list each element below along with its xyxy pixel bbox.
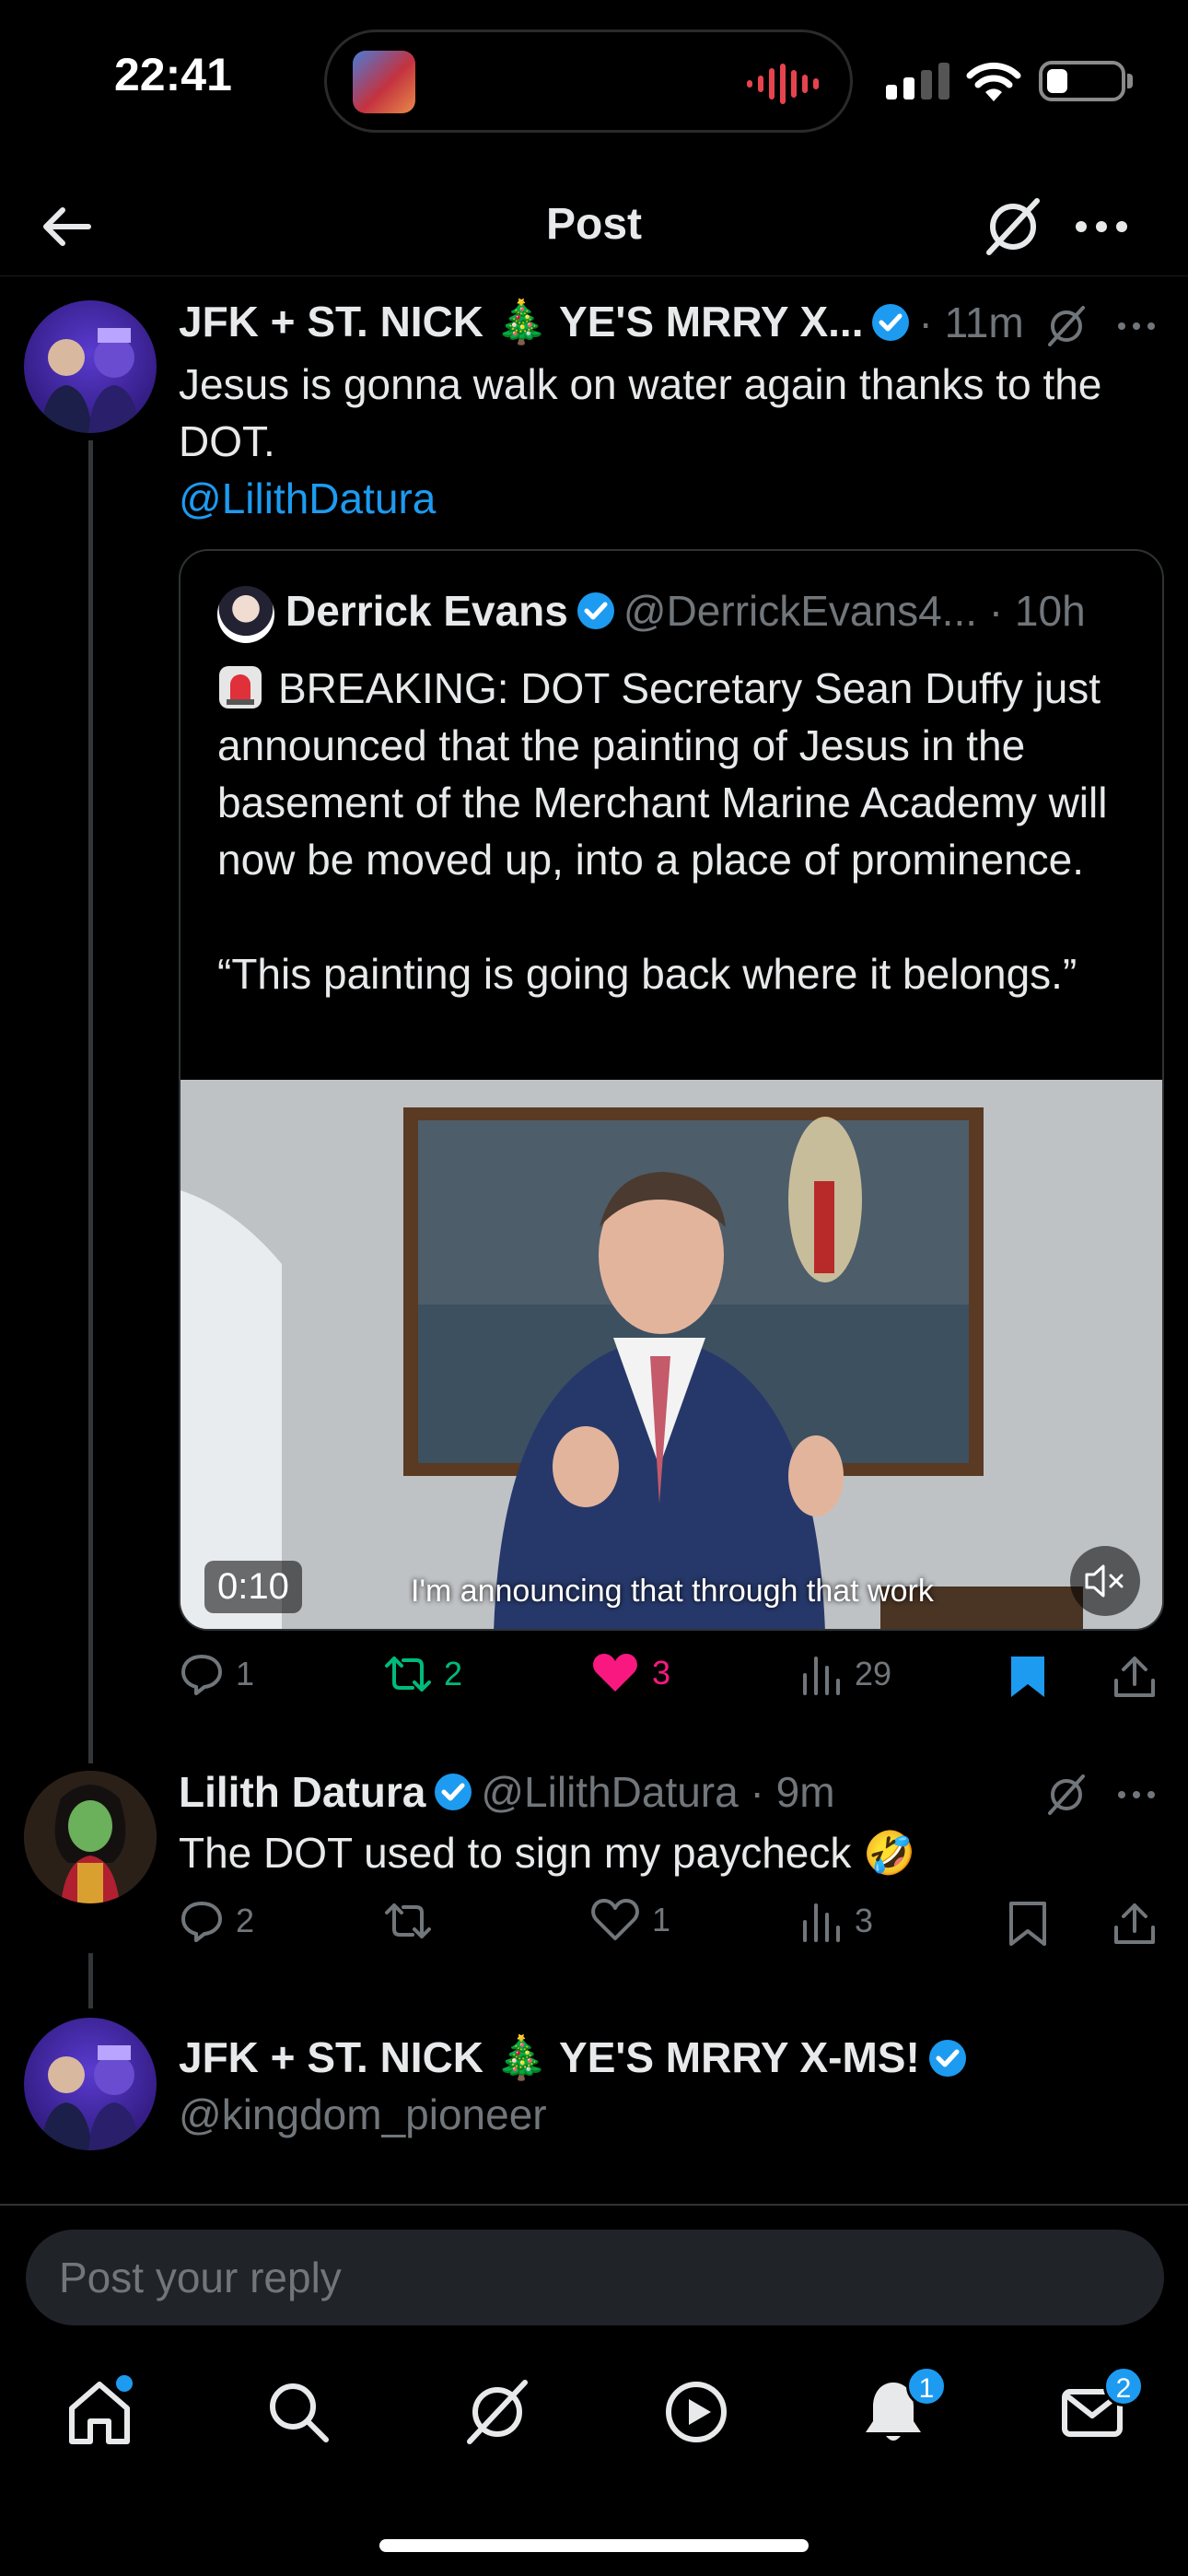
video-caption: I'm announcing that through that work xyxy=(411,1574,934,1609)
mute-button[interactable] xyxy=(1070,1546,1140,1616)
handle: @kingdom_pioneer xyxy=(179,2090,547,2138)
views-action[interactable]: 3 xyxy=(799,1898,873,1944)
more-options-icon[interactable] xyxy=(1112,1771,1160,1819)
grok-icon[interactable] xyxy=(1042,1771,1090,1819)
bottom-tab-bar: 1 2 xyxy=(0,2348,1188,2476)
avatar-art xyxy=(24,1771,157,1903)
cellular-signal-icon xyxy=(886,63,949,100)
display-name[interactable]: JFK + ST. NICK 🎄 YE'S MRRY X... xyxy=(179,297,863,347)
share-icon[interactable] xyxy=(1111,1653,1159,1701)
display-name[interactable]: Lilith Datura xyxy=(179,1767,425,1817)
tweet-text: Jesus is gonna walk on water again thank… xyxy=(179,360,1102,522)
heart-filled-icon xyxy=(593,1654,637,1692)
heart-icon xyxy=(591,1899,639,1940)
quoted-post[interactable]: Derrick Evans @DerrickEvans4... · 10h BR… xyxy=(179,549,1164,1631)
handle: @DerrickEvans4... xyxy=(623,587,978,635)
tweet-time[interactable]: 11m xyxy=(945,298,1024,347)
handle[interactable]: @LilithDatura xyxy=(481,1767,738,1817)
avatar-art xyxy=(41,2045,140,2150)
avatar-art xyxy=(41,328,140,433)
post-header: Post xyxy=(0,175,1188,276)
siren-emoji-icon xyxy=(219,666,262,708)
reply-icon xyxy=(181,1902,222,1942)
quote-line: “This painting is going back where it be… xyxy=(217,950,1077,998)
reply-icon xyxy=(181,1655,222,1695)
reply-action[interactable]: 2 xyxy=(179,1898,254,1944)
share-icon[interactable] xyxy=(1111,1900,1159,1948)
divider xyxy=(0,2204,1188,2206)
video-duration: 0:10 xyxy=(204,1561,302,1613)
home-indicator xyxy=(379,2539,809,2552)
bookmark-filled-icon[interactable] xyxy=(1004,1653,1052,1701)
mention-link[interactable]: @LilithDatura xyxy=(179,474,436,522)
analytics-icon xyxy=(803,1657,840,1695)
home-unread-dot xyxy=(116,2375,133,2392)
now-playing-artwork xyxy=(353,51,415,113)
analytics-icon xyxy=(803,1903,840,1942)
tweet-header: JFK + ST. NICK 🎄 YE'S MRRY X... · 11m xyxy=(179,297,1024,347)
notifications-badge: 1 xyxy=(906,2366,947,2406)
display-name: Derrick Evans xyxy=(285,587,568,635)
avatar[interactable] xyxy=(24,300,157,433)
audio-waveform-icon xyxy=(747,64,819,104)
bookmark-icon[interactable] xyxy=(1004,1900,1052,1948)
tweet-time: 10h xyxy=(1014,587,1086,635)
quoted-text: BREAKING: DOT Secretary Sean Duffy just … xyxy=(217,664,1108,998)
avatar[interactable] xyxy=(24,2018,157,2150)
tweet-time[interactable]: 9m xyxy=(776,1767,835,1817)
display-name: JFK + ST. NICK 🎄 YE'S MRRY X-MS! xyxy=(179,2033,920,2081)
video-play-icon[interactable] xyxy=(659,2375,733,2449)
status-time: 22:41 xyxy=(114,49,232,100)
verified-badge-icon xyxy=(577,592,614,629)
thread-line xyxy=(88,1953,93,2008)
repost-icon xyxy=(385,1657,431,1692)
thread-line xyxy=(88,440,93,1763)
status-bar: 22:41 xyxy=(0,0,1188,157)
more-options-icon[interactable] xyxy=(1112,302,1160,350)
messages-badge: 2 xyxy=(1103,2366,1144,2406)
battery-icon xyxy=(1039,61,1125,101)
verified-badge-icon xyxy=(928,2039,966,2077)
composer-header: JFK + ST. NICK 🎄 YE'S MRRY X-MS! xyxy=(179,2032,975,2083)
grok-icon[interactable] xyxy=(980,193,1046,260)
views-action[interactable]: 29 xyxy=(799,1651,891,1697)
repost-action[interactable] xyxy=(383,1898,433,1944)
search-icon[interactable] xyxy=(262,2375,335,2449)
video-frame xyxy=(181,1080,1162,1629)
reply-action[interactable]: 1 xyxy=(179,1651,254,1697)
grok-icon[interactable] xyxy=(460,2375,534,2449)
like-action[interactable]: 1 xyxy=(591,1898,670,1942)
tweet-header: Lilith Datura @LilithDatura · 9m xyxy=(179,1767,835,1817)
tweet-text: The DOT used to sign my paycheck 🤣 xyxy=(179,1829,916,1877)
quoted-header: Derrick Evans @DerrickEvans4... · 10h xyxy=(285,587,1086,635)
verified-badge-icon xyxy=(872,303,910,341)
avatar[interactable] xyxy=(24,1771,157,1903)
dynamic-island[interactable] xyxy=(324,29,853,133)
more-options-icon[interactable] xyxy=(1068,193,1135,260)
avatar xyxy=(217,586,274,643)
repost-icon xyxy=(385,1903,431,1938)
wifi-icon xyxy=(966,62,1021,101)
verified-badge-icon xyxy=(435,1774,472,1810)
like-action[interactable]: 3 xyxy=(591,1651,670,1695)
speaker-muted-icon xyxy=(1085,1564,1124,1598)
grok-icon[interactable] xyxy=(1042,302,1090,350)
repost-action[interactable]: 2 xyxy=(383,1651,462,1697)
video-player[interactable]: 0:10 I'm announcing that through that wo… xyxy=(181,1080,1162,1629)
reply-input[interactable] xyxy=(26,2230,1164,2325)
